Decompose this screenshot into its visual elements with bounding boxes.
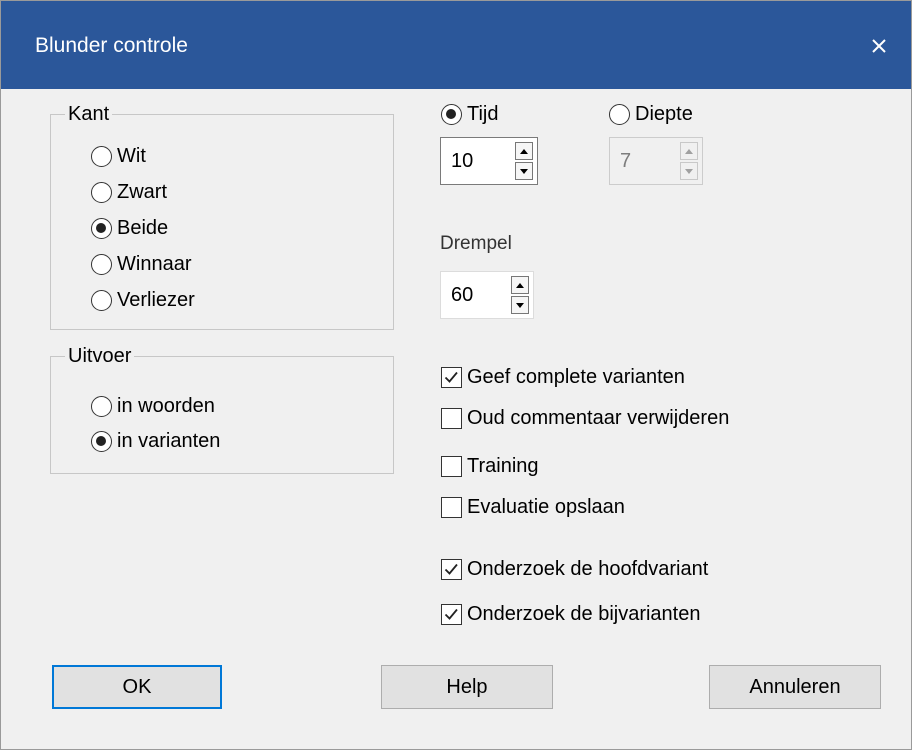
close-button[interactable] <box>847 21 911 71</box>
checkmark-icon <box>444 371 458 383</box>
side-group: Kant Wit Zwart Beide Winnaar Verliezer <box>50 101 394 330</box>
checkbox-label: Onderzoek de hoofdvariant <box>467 557 709 580</box>
checkbox-label: Onderzoek de bijvarianten <box>467 602 701 625</box>
checkbox-box <box>441 603 462 625</box>
checkbox-remove-old-comments[interactable]: Oud commentaar verwijderen <box>441 403 729 433</box>
time-spinner[interactable]: 10 <box>440 137 538 185</box>
radio-time[interactable]: Tijd <box>441 99 498 129</box>
threshold-spinner[interactable]: 60 <box>440 271 534 319</box>
checkbox-label: Geef complete varianten <box>467 365 685 388</box>
depth-down-button[interactable] <box>680 162 698 180</box>
ok-button[interactable]: OK <box>52 665 222 709</box>
checkmark-icon <box>444 563 458 575</box>
radio-label: Winnaar <box>117 252 192 275</box>
radio-circle <box>91 395 112 417</box>
arrow-down-icon <box>685 168 693 174</box>
radio-label: Verliezer <box>117 288 195 311</box>
radio-circle <box>91 289 112 311</box>
radio-label: Beide <box>117 216 169 239</box>
checkbox-label: Oud commentaar verwijderen <box>467 406 730 429</box>
radio-white[interactable]: Wit <box>91 141 146 171</box>
checkbox-box <box>441 455 462 477</box>
arrow-down-icon <box>516 302 524 308</box>
side-group-label: Kant <box>65 101 113 127</box>
radio-circle <box>441 103 462 125</box>
checkbox-box <box>441 558 462 580</box>
checkbox-box <box>441 407 462 429</box>
radio-loser[interactable]: Verliezer <box>91 285 195 315</box>
radio-black[interactable]: Zwart <box>91 177 167 207</box>
window-title: Blunder controle <box>35 34 188 57</box>
checkbox-box <box>441 496 462 518</box>
checkbox-training[interactable]: Training <box>441 451 539 481</box>
depth-spinner[interactable]: 7 <box>609 137 703 185</box>
radio-circle <box>91 430 112 452</box>
radio-circle <box>91 145 112 167</box>
time-down-button[interactable] <box>515 162 533 180</box>
radio-label: Tijd <box>467 102 499 125</box>
checkbox-label: Training <box>467 454 539 477</box>
radio-both[interactable]: Beide <box>91 213 168 243</box>
radio-label: in varianten <box>117 429 221 452</box>
checkbox-save-evaluation[interactable]: Evaluatie opslaan <box>441 492 625 522</box>
time-up-button[interactable] <box>515 142 533 160</box>
threshold-down-button[interactable] <box>511 296 529 314</box>
title-bar[interactable]: Blunder controle <box>1 1 911 89</box>
radio-circle <box>91 253 112 275</box>
radio-circle <box>609 103 630 125</box>
radio-label: in woorden <box>117 394 215 417</box>
time-value: 10 <box>451 150 474 172</box>
radio-in-variants[interactable]: in varianten <box>91 426 220 456</box>
arrow-down-icon <box>520 168 528 174</box>
radio-circle <box>91 181 112 203</box>
checkbox-main-variant[interactable]: Onderzoek de hoofdvariant <box>441 554 708 584</box>
radio-depth[interactable]: Diepte <box>609 99 693 129</box>
radio-label: Zwart <box>117 180 167 203</box>
checkbox-box <box>441 366 462 388</box>
arrow-up-icon <box>520 148 528 154</box>
radio-label: Diepte <box>635 102 693 125</box>
checkbox-side-variants[interactable]: Onderzoek de bijvarianten <box>441 599 700 629</box>
cancel-button[interactable]: Annuleren <box>709 665 881 709</box>
depth-value: 7 <box>620 150 632 172</box>
radio-in-words[interactable]: in woorden <box>91 391 215 421</box>
arrow-up-icon <box>516 282 524 288</box>
depth-up-button[interactable] <box>680 142 698 160</box>
radio-winner[interactable]: Winnaar <box>91 249 191 279</box>
output-group-label: Uitvoer <box>65 343 135 369</box>
arrow-up-icon <box>685 148 693 154</box>
radio-circle <box>91 217 112 239</box>
help-button[interactable]: Help <box>381 665 553 709</box>
threshold-up-button[interactable] <box>511 276 529 294</box>
close-icon <box>872 39 886 53</box>
output-group: Uitvoer in woorden in varianten <box>50 343 394 474</box>
threshold-value: 60 <box>451 284 474 306</box>
checkbox-complete-variants[interactable]: Geef complete varianten <box>441 362 685 392</box>
checkbox-label: Evaluatie opslaan <box>467 495 625 518</box>
dialog-window: Blunder controle Kant Wit Zwart Beide Wi… <box>0 0 912 750</box>
radio-label: Wit <box>117 144 146 167</box>
checkmark-icon <box>444 608 458 620</box>
threshold-label: Drempel <box>440 233 512 254</box>
